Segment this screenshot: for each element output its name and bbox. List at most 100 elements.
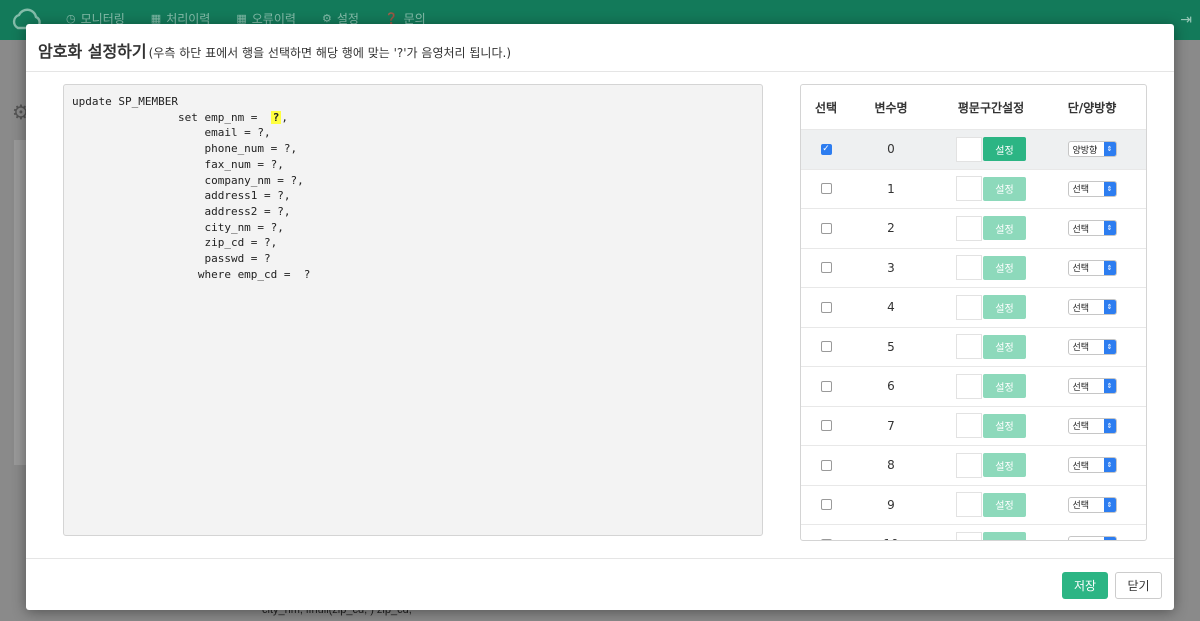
row-checkbox[interactable]: [820, 380, 832, 392]
variable-number: 6: [887, 379, 895, 394]
table-body: ✓ 0 설정 양방향 ⇕ 1 설정 선택 ⇕ 2 설정 선택 ⇕ 3 설정 선택 ⇕ 4 설정 선택 ⇕ 5 설정 선택 ⇕ 6 설…: [801, 130, 1146, 540]
direction-select[interactable]: 선택 ⇕: [1067, 378, 1117, 395]
select-arrows-icon: ⇕: [1103, 379, 1116, 394]
direction-select-value: 선택: [1072, 422, 1090, 433]
direction-select-value: 선택: [1072, 461, 1090, 472]
plaintext-range-cell: 설정: [931, 255, 1051, 281]
set-button[interactable]: 설정: [983, 295, 1026, 320]
row-checkbox[interactable]: ✓: [820, 143, 832, 155]
plaintext-range-input[interactable]: [956, 294, 982, 320]
direction-select[interactable]: 선택 ⇕: [1067, 536, 1117, 540]
sql-line: address2 = ?,: [72, 204, 291, 218]
plaintext-range-input[interactable]: [956, 136, 982, 162]
plaintext-range-input[interactable]: [956, 452, 982, 478]
table-row[interactable]: 4 설정 선택 ⇕: [801, 288, 1146, 328]
select-arrows-icon: ⇕: [1103, 300, 1116, 315]
table-row[interactable]: 7 설정 선택 ⇕: [801, 407, 1146, 446]
variable-number: 8: [887, 458, 895, 473]
direction-select[interactable]: 선택 ⇕: [1067, 457, 1117, 474]
row-checkbox[interactable]: [820, 420, 832, 432]
set-button[interactable]: 설정: [983, 453, 1026, 478]
plaintext-range-input[interactable]: [956, 373, 982, 399]
set-button[interactable]: 설정: [983, 176, 1026, 201]
direction-select[interactable]: 선택 ⇕: [1067, 338, 1117, 355]
direction-cell: 선택 ⇕: [1051, 417, 1133, 434]
row-select-cell: [801, 538, 851, 540]
row-checkbox[interactable]: [820, 459, 832, 471]
variable-table: 선택 변수명 평문구간설정 단/양방향 ✓ 0 설정 양방향 ⇕ 1 설정 선택 ⇕ 2 설정 선택 ⇕…: [800, 84, 1147, 541]
row-checkbox[interactable]: [820, 538, 832, 540]
set-button[interactable]: 설정: [983, 137, 1026, 162]
set-button[interactable]: 설정: [983, 216, 1026, 241]
select-arrows-icon: ⇕: [1103, 537, 1116, 540]
table-row[interactable]: 1 설정 선택 ⇕: [801, 170, 1146, 209]
table-row[interactable]: 5 설정 선택 ⇕: [801, 328, 1146, 367]
table-row[interactable]: 10 설정선택 ⇕: [801, 525, 1146, 540]
plaintext-range-cell: 설정: [931, 294, 1051, 320]
variable-number: 0: [887, 142, 895, 157]
plaintext-range-cell: 설정: [931, 373, 1051, 399]
direction-select[interactable]: 선택 ⇕: [1067, 417, 1117, 434]
logout-icon[interactable]: ⇥: [1180, 12, 1192, 28]
direction-cell: 선택 ⇕: [1051, 496, 1133, 513]
select-arrows-icon: ⇕: [1103, 221, 1116, 236]
row-select-cell: [801, 222, 851, 234]
select-arrows-icon: ⇕: [1103, 418, 1116, 433]
plaintext-range-input[interactable]: [956, 413, 982, 439]
row-checkbox[interactable]: [820, 341, 832, 353]
direction-select[interactable]: 양방향 ⇕: [1067, 141, 1117, 158]
plaintext-range-input[interactable]: [956, 531, 982, 540]
plaintext-range-input[interactable]: [956, 334, 982, 360]
set-button[interactable]: 설정: [983, 532, 1026, 540]
plaintext-range-input[interactable]: [956, 255, 982, 281]
set-button[interactable]: 설정: [983, 374, 1026, 399]
row-checkbox[interactable]: [820, 262, 832, 274]
table-row[interactable]: 9 설정 선택 ⇕: [801, 486, 1146, 525]
save-button[interactable]: 저장: [1062, 572, 1108, 599]
table-header: 선택 변수명 평문구간설정 단/양방향: [801, 85, 1146, 130]
direction-select[interactable]: 선택 ⇕: [1067, 299, 1117, 316]
sql-preview: update SP_MEMBER set emp_nm = ?, email =…: [63, 84, 763, 536]
direction-cell: 선택 ⇕: [1051, 180, 1133, 197]
direction-select[interactable]: 선택 ⇕: [1067, 180, 1117, 197]
row-checkbox[interactable]: [820, 301, 832, 313]
row-select-cell: [801, 183, 851, 195]
direction-select[interactable]: 선택 ⇕: [1067, 259, 1117, 276]
set-button[interactable]: 설정: [983, 492, 1026, 517]
variable-number: 5: [887, 339, 895, 354]
row-checkbox[interactable]: [820, 222, 832, 234]
row-checkbox[interactable]: [820, 499, 832, 511]
close-button[interactable]: 닫기: [1115, 572, 1162, 599]
table-row[interactable]: 8 설정 선택 ⇕: [801, 446, 1146, 486]
row-select-cell: [801, 420, 851, 432]
highlighted-placeholder: ?: [270, 110, 282, 124]
table-row[interactable]: ✓ 0 설정 양방향 ⇕: [801, 130, 1146, 170]
table-row[interactable]: 6 설정 선택 ⇕: [801, 367, 1146, 407]
row-checkbox[interactable]: [820, 183, 832, 195]
set-button[interactable]: 설정: [983, 413, 1026, 438]
direction-select-value: 선택: [1072, 224, 1090, 235]
direction-select-value: 선택: [1072, 343, 1090, 354]
direction-cell: 선택 ⇕: [1051, 299, 1133, 316]
plaintext-range-input[interactable]: [956, 492, 982, 518]
direction-select-value: 양방향: [1072, 145, 1098, 156]
variable-number: 1: [887, 181, 895, 196]
set-button[interactable]: 설정: [983, 334, 1026, 359]
sidebar: [14, 140, 26, 465]
table-row[interactable]: 2 설정 선택 ⇕: [801, 209, 1146, 249]
variable-number: 9: [887, 497, 895, 512]
header-direction: 단/양방향: [1067, 100, 1117, 115]
plaintext-range-input[interactable]: [956, 176, 982, 202]
direction-select[interactable]: 선택 ⇕: [1067, 220, 1117, 237]
direction-cell: 선택 ⇕: [1051, 457, 1133, 474]
direction-select[interactable]: 선택 ⇕: [1067, 496, 1117, 513]
plaintext-range-cell: 설정: [931, 136, 1051, 162]
plaintext-range-cell: 설정: [931, 334, 1051, 360]
set-button[interactable]: 설정: [983, 255, 1026, 280]
select-arrows-icon: ⇕: [1103, 181, 1116, 196]
table-row[interactable]: 3 설정 선택 ⇕: [801, 249, 1146, 288]
plaintext-range-input[interactable]: [956, 215, 982, 241]
select-arrows-icon: ⇕: [1103, 458, 1116, 473]
plaintext-range-cell: 설정: [931, 215, 1051, 241]
sql-line: fax_num = ?,: [72, 157, 284, 171]
